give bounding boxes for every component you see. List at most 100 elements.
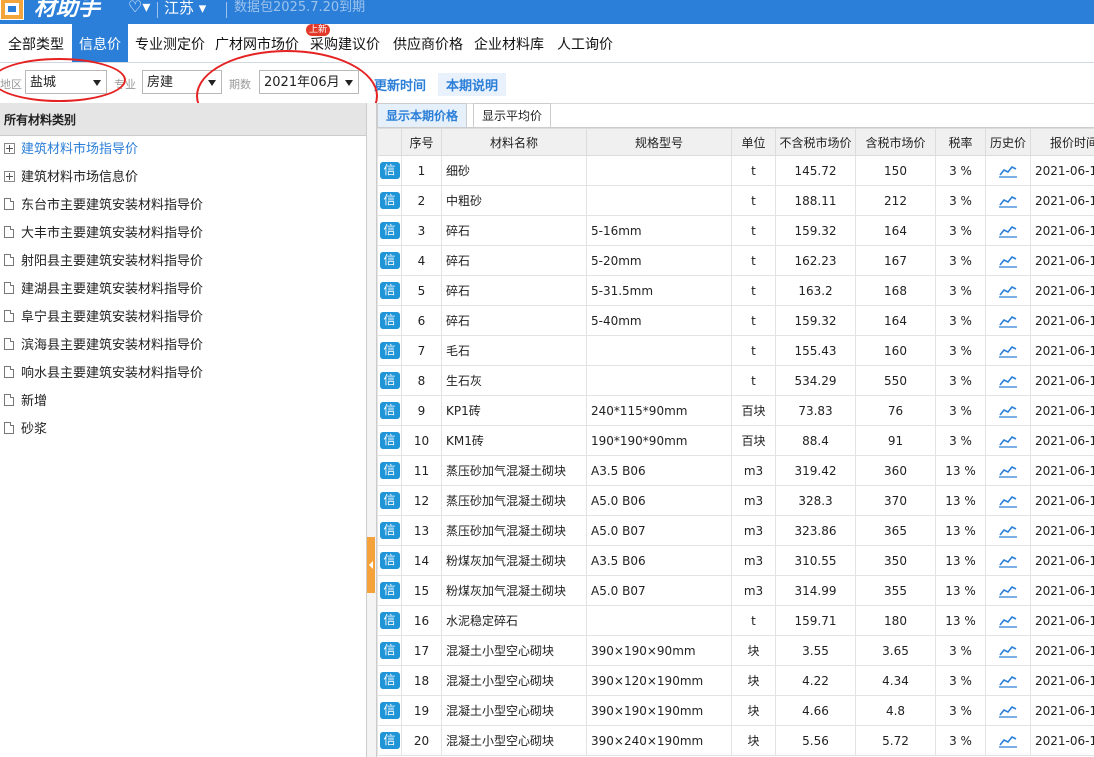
tab-average-price[interactable]: 显示平均价 xyxy=(473,103,552,127)
info-price-badge[interactable]: 信 xyxy=(379,432,400,449)
history-chart-icon[interactable] xyxy=(999,674,1017,688)
info-price-badge[interactable]: 信 xyxy=(379,372,400,389)
category-tree-item[interactable]: 射阳县主要建筑安装材料指导价 xyxy=(0,248,366,276)
info-price-badge[interactable]: 信 xyxy=(379,312,400,329)
col-header-name[interactable]: 材料名称 xyxy=(441,128,587,156)
table-row[interactable]: 信 4 碎石 5-20mm t 162.23 167 3 % 2021-06-1 xyxy=(377,245,1094,276)
table-row[interactable]: 信 3 碎石 5-16mm t 159.32 164 3 % 2021-06-1 xyxy=(377,215,1094,246)
history-chart-icon[interactable] xyxy=(999,644,1017,658)
history-chart-icon[interactable] xyxy=(999,554,1017,568)
period-select[interactable]: 2021年06月 xyxy=(259,70,359,94)
category-tree-item[interactable]: 滨海县主要建筑安装材料指导价 xyxy=(0,332,366,360)
history-chart-icon[interactable] xyxy=(999,404,1017,418)
history-chart-icon[interactable] xyxy=(999,584,1017,598)
info-price-badge[interactable]: 信 xyxy=(379,492,400,509)
info-price-badge[interactable]: 信 xyxy=(379,582,400,599)
category-tree-item[interactable]: 东台市主要建筑安装材料指导价 xyxy=(0,192,366,220)
info-price-badge[interactable]: 信 xyxy=(379,402,400,419)
info-price-badge[interactable]: 信 xyxy=(379,192,400,209)
region-dropdown[interactable]: 江苏 ▾ xyxy=(164,0,206,18)
table-row[interactable]: 信 1 细砂 t 145.72 150 3 % 2021-06-1 xyxy=(377,155,1094,186)
col-header-price-inc-tax[interactable]: 含税市场价 xyxy=(855,128,936,156)
table-row[interactable]: 信 14 粉煤灰加气混凝土砌块 A3.5 B06 m3 310.55 350 13 % 2021… xyxy=(377,545,1094,576)
category-tree-item[interactable]: 建筑材料市场信息价 xyxy=(0,164,366,192)
nav-item-all-types[interactable]: 全部类型 xyxy=(1,24,71,62)
table-row[interactable]: 信 2 中粗砂 t 188.11 212 3 % 2021-06-1 xyxy=(377,185,1094,216)
nav-item-info-price[interactable]: 信息价 xyxy=(72,24,128,62)
info-price-badge[interactable]: 信 xyxy=(379,252,400,269)
info-price-badge[interactable]: 信 xyxy=(379,162,400,179)
collapse-panel-handle[interactable] xyxy=(367,537,375,593)
category-tree-item[interactable]: 建筑材料市场指导价 xyxy=(0,136,366,164)
history-chart-icon[interactable] xyxy=(999,254,1017,268)
category-tree-item[interactable]: 响水县主要建筑安装材料指导价 xyxy=(0,360,366,388)
category-tree-item[interactable]: 新增 xyxy=(0,388,366,416)
col-header-price-ex-tax[interactable]: 不含税市场价 xyxy=(775,128,856,156)
table-row[interactable]: 信 18 混凝土小型空心砌块 390×120×190mm 块 4.22 4.34 3 % 202… xyxy=(377,665,1094,696)
table-row[interactable]: 信 6 碎石 5-40mm t 159.32 164 3 % 2021-06-1 xyxy=(377,305,1094,336)
history-chart-icon[interactable] xyxy=(999,464,1017,478)
update-time-link[interactable]: 更新时间 xyxy=(374,75,426,94)
history-chart-icon[interactable] xyxy=(999,194,1017,208)
table-row[interactable]: 信 9 KP1砖 240*115*90mm 百块 73.83 76 3 % 2021-06-1 xyxy=(377,395,1094,426)
info-price-badge[interactable]: 信 xyxy=(379,732,400,749)
history-chart-icon[interactable] xyxy=(999,374,1017,388)
history-chart-icon[interactable] xyxy=(999,524,1017,538)
nav-item-market-price[interactable]: 广材网市场价 xyxy=(208,24,306,62)
category-tree-label: 建湖县主要建筑安装材料指导价 xyxy=(21,282,204,297)
history-chart-icon[interactable] xyxy=(999,494,1017,508)
col-header-quote-time[interactable]: 报价时间 xyxy=(1030,128,1094,156)
col-header-spec[interactable]: 规格型号 xyxy=(586,128,732,156)
category-tree-item[interactable]: 砂浆 xyxy=(0,416,366,444)
nav-item-labor-inquiry[interactable]: 人工询价 xyxy=(550,24,620,62)
info-price-badge[interactable]: 信 xyxy=(379,282,400,299)
history-chart-icon[interactable] xyxy=(999,314,1017,328)
period-note-link[interactable]: 本期说明 xyxy=(438,73,507,96)
col-header-tax-rate[interactable]: 税率 xyxy=(935,128,986,156)
table-row[interactable]: 信 5 碎石 5-31.5mm t 163.2 168 3 % 2021-06-1 xyxy=(377,275,1094,306)
history-chart-icon[interactable] xyxy=(999,344,1017,358)
specialty-select[interactable]: 房建 xyxy=(142,70,222,94)
info-price-badge[interactable]: 信 xyxy=(379,522,400,539)
table-row[interactable]: 信 10 KM1砖 190*190*90mm 百块 88.4 91 3 % 2021-06-1 xyxy=(377,425,1094,456)
col-header-unit[interactable]: 单位 xyxy=(731,128,776,156)
history-chart-icon[interactable] xyxy=(999,284,1017,298)
history-chart-icon[interactable] xyxy=(999,434,1017,448)
table-row[interactable]: 信 17 混凝土小型空心砌块 390×190×90mm 块 3.55 3.65 3 % 2021… xyxy=(377,635,1094,666)
history-chart-icon[interactable] xyxy=(999,164,1017,178)
table-row[interactable]: 信 13 蒸压砂加气混凝土砌块 A5.0 B07 m3 323.86 365 13 % 2021… xyxy=(377,515,1094,546)
nav-item-supplier-price[interactable]: 供应商价格 xyxy=(386,24,470,62)
info-price-badge[interactable]: 信 xyxy=(379,642,400,659)
table-row[interactable]: 信 15 粉煤灰加气混凝土砌块 A5.0 B07 m3 314.99 355 13 % 2021… xyxy=(377,575,1094,606)
history-chart-icon[interactable] xyxy=(999,614,1017,628)
table-row[interactable]: 信 12 蒸压砂加气混凝土砌块 A5.0 B06 m3 328.3 370 13 % 2021-… xyxy=(377,485,1094,516)
table-row[interactable]: 信 11 蒸压砂加气混凝土砌块 A3.5 B06 m3 319.42 360 13 % 2021… xyxy=(377,455,1094,486)
expand-plus-icon[interactable] xyxy=(4,171,15,182)
table-row[interactable]: 信 19 混凝土小型空心砌块 390×190×190mm 块 4.66 4.8 3 % 2021… xyxy=(377,695,1094,726)
info-price-badge[interactable]: 信 xyxy=(379,342,400,359)
nav-item-professional-price[interactable]: 专业测定价 xyxy=(128,24,212,62)
history-chart-icon[interactable] xyxy=(999,224,1017,238)
category-tree-item[interactable]: 建湖县主要建筑安装材料指导价 xyxy=(0,276,366,304)
table-row[interactable]: 信 7 毛石 t 155.43 160 3 % 2021-06-1 xyxy=(377,335,1094,366)
info-price-badge[interactable]: 信 xyxy=(379,222,400,239)
panel-splitter[interactable] xyxy=(367,103,377,757)
app-menu-dropdown[interactable]: ♡▾ xyxy=(128,0,150,16)
table-row[interactable]: 信 8 生石灰 t 534.29 550 3 % 2021-06-1 xyxy=(377,365,1094,396)
tab-current-price[interactable]: 显示本期价格 xyxy=(377,103,468,127)
expand-plus-icon[interactable] xyxy=(4,143,15,154)
table-row[interactable]: 信 16 水泥稳定碎石 t 159.71 180 13 % 2021-06-1 xyxy=(377,605,1094,636)
history-chart-icon[interactable] xyxy=(999,734,1017,748)
history-chart-icon[interactable] xyxy=(999,704,1017,718)
nav-item-enterprise-library[interactable]: 企业材料库 xyxy=(467,24,551,62)
info-price-badge[interactable]: 信 xyxy=(379,552,400,569)
area-select[interactable]: 盐城 xyxy=(25,70,107,94)
info-price-badge[interactable]: 信 xyxy=(379,612,400,629)
category-tree-item[interactable]: 大丰市主要建筑安装材料指导价 xyxy=(0,220,366,248)
cell-material-name: 生石灰 xyxy=(441,365,587,396)
category-tree-item[interactable]: 阜宁县主要建筑安装材料指导价 xyxy=(0,304,366,332)
table-row[interactable]: 信 20 混凝土小型空心砌块 390×240×190mm 块 5.56 5.72 3 % 202… xyxy=(377,725,1094,756)
info-price-badge[interactable]: 信 xyxy=(379,462,400,479)
info-price-badge[interactable]: 信 xyxy=(379,672,400,689)
info-price-badge[interactable]: 信 xyxy=(379,702,400,719)
